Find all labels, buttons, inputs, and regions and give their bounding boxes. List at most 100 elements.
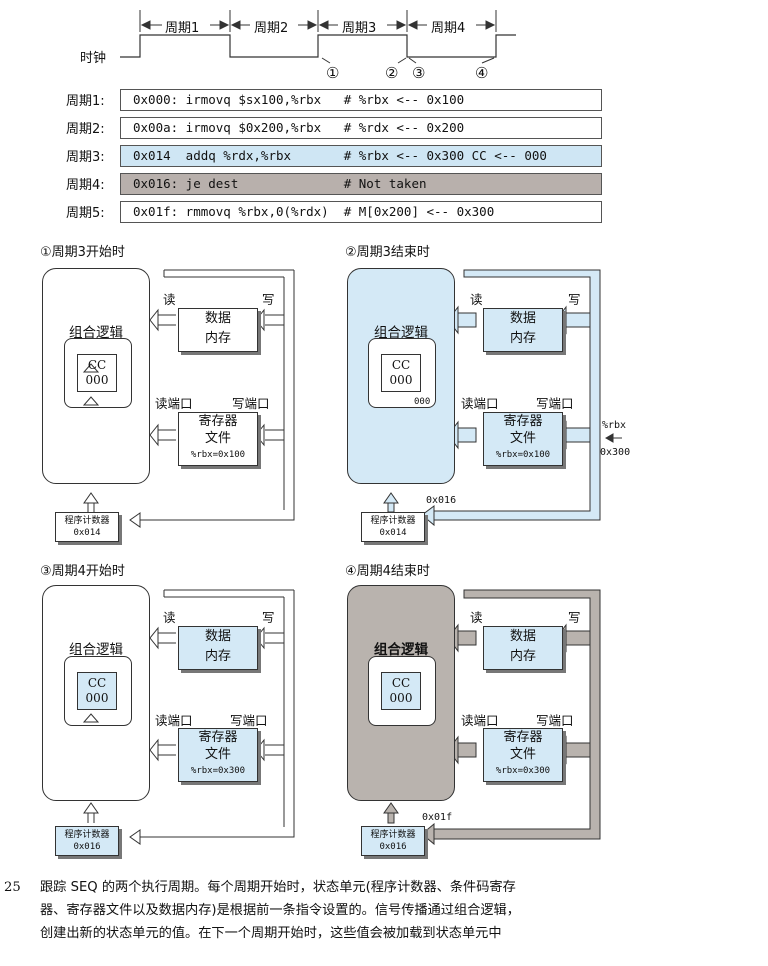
cycle-row-label: 周期4:: [66, 178, 105, 193]
cycle-label-3: 周期3: [342, 21, 377, 36]
instruction-row-active: 0x014 addq %rdx,%rbx # %rbx <-- 0x300 CC…: [120, 145, 602, 167]
program-counter: 程序计数器 0x016: [361, 826, 425, 856]
reg-write-name: %rbx: [602, 420, 627, 431]
caption-line: 器、寄存器文件以及数据内存)是根据前一条指令设置的。信号传播通过组合逻辑，: [40, 903, 520, 918]
pc-label: 程序计数器: [64, 830, 110, 840]
register-file: 寄存器 文件 %rbx=0x100: [178, 412, 258, 466]
pc-label: 程序计数器: [370, 516, 416, 526]
regfile-label: 寄存器: [503, 730, 543, 745]
program-counter: 程序计数器 0x014: [361, 512, 425, 542]
register-file: 寄存器 文件 %rbx=0x300: [483, 728, 563, 782]
write-label: 写: [262, 610, 275, 625]
regfile-label: 文件: [204, 431, 231, 446]
pc-value: 0x016: [73, 842, 101, 852]
read-port-label: 读端口: [461, 713, 499, 728]
cc-value: 000: [85, 691, 109, 705]
regfile-label: 寄存器: [503, 414, 543, 429]
condition-code-register: CC 000: [77, 354, 117, 392]
instruction-row: 0x00a: irmovq $0x200,%rbx # %rdx <-- 0x2…: [120, 117, 602, 139]
marker-2: ②: [385, 64, 399, 82]
cc-value: 000: [85, 373, 109, 387]
mem-label: 数据: [509, 629, 536, 644]
mem-label: 内存: [204, 331, 231, 346]
cycle-label-4: 周期4: [431, 21, 466, 36]
cc-value: 000: [389, 691, 413, 705]
regfile-value: %rbx=0x300: [495, 766, 551, 776]
marker-4: ④: [475, 64, 489, 82]
cycle-row-label: 周期5:: [66, 206, 105, 221]
mem-label: 数据: [204, 629, 231, 644]
clock-waveform: [120, 10, 516, 64]
write-port-label: 写端口: [536, 713, 574, 728]
caption-line: 跟踪 SEQ 的两个执行周期。每个周期开始时，状态单元(程序计数器、条件码寄存: [40, 880, 516, 895]
cc-next-value: 000: [414, 397, 431, 407]
register-file: 寄存器 文件 %rbx=0x300: [178, 728, 258, 782]
write-port-label: 写端口: [536, 396, 574, 411]
regfile-value: %rbx=0x100: [190, 450, 246, 460]
mem-label: 内存: [509, 331, 536, 346]
condition-code-register: CC 000: [381, 672, 421, 710]
clock-label: 时钟: [80, 51, 107, 66]
pc-next-value: 0x016: [426, 495, 457, 506]
pc-value: 0x014: [73, 528, 101, 538]
pc-value: 0x014: [379, 528, 407, 538]
cc-container: CC 000: [64, 656, 132, 726]
read-port-label: 读端口: [155, 396, 193, 411]
mem-label: 数据: [204, 311, 231, 326]
read-label: 读: [470, 292, 483, 307]
data-memory: 数据 内存: [178, 308, 258, 352]
program-counter: 程序计数器 0x014: [55, 512, 119, 542]
logic-label: 组合逻辑: [69, 642, 123, 658]
pc-next-value: 0x01f: [422, 812, 453, 823]
regfile-label: 文件: [204, 747, 231, 762]
regfile-value: %rbx=0x300: [190, 766, 246, 776]
data-memory: 数据 内存: [483, 626, 563, 670]
instruction-row-next: 0x016: je dest # Not taken: [120, 173, 602, 195]
marker-1: ①: [326, 64, 340, 82]
write-port-label: 写端口: [232, 396, 270, 411]
instruction-row: 0x01f: rmmovq %rbx,0(%rdx) # M[0x200] <-…: [120, 201, 602, 223]
read-port-label: 读端口: [155, 713, 193, 728]
condition-code-register: CC 000: [77, 672, 117, 710]
regfile-label: 文件: [509, 747, 536, 762]
condition-code-register: CC 000: [381, 354, 421, 392]
marker-3: ③: [412, 64, 426, 82]
logic-label: 组合逻辑: [374, 642, 428, 658]
pc-label: 程序计数器: [64, 516, 110, 526]
pc-label: 程序计数器: [370, 830, 416, 840]
mem-label: 数据: [509, 311, 536, 326]
write-label: 写: [262, 292, 275, 307]
regfile-label: 寄存器: [198, 414, 238, 429]
caption-line: 创建出新的状态单元的值。在下一个周期开始时，这些值会被加载到状态单元中: [40, 926, 502, 941]
instruction-row: 0x000: irmovq $sx100,%rbx # %rbx <-- 0x1…: [120, 89, 602, 111]
read-label: 读: [163, 610, 176, 625]
cycle-row-label: 周期2:: [66, 122, 105, 137]
cc-label: CC: [391, 676, 411, 690]
data-memory: 数据 内存: [178, 626, 258, 670]
regfile-value: %rbx=0x100: [495, 450, 551, 460]
read-label: 读: [470, 610, 483, 625]
write-port-label: 写端口: [230, 713, 268, 728]
cycle-label-1: 周期1: [165, 21, 200, 36]
cycle-label-2: 周期2: [254, 21, 289, 36]
program-counter: 程序计数器 0x016: [55, 826, 119, 856]
cc-container: CC 000: [64, 338, 132, 408]
read-label: 读: [163, 292, 176, 307]
cycle-row-label: 周期1:: [66, 94, 105, 109]
mem-label: 内存: [509, 649, 536, 664]
figure-number: 25: [4, 880, 21, 895]
cc-value: 000: [389, 373, 413, 387]
mem-label: 内存: [204, 649, 231, 664]
pc-value: 0x016: [379, 842, 407, 852]
regfile-label: 寄存器: [198, 730, 238, 745]
write-label: 写: [568, 610, 581, 625]
cc-label: CC: [87, 358, 107, 372]
cc-label: CC: [87, 676, 107, 690]
data-memory: 数据 内存: [483, 308, 563, 352]
cc-label: CC: [391, 358, 411, 372]
cycle-row-label: 周期3:: [66, 150, 105, 165]
write-label: 写: [568, 292, 581, 307]
cc-container: CC 000: [368, 656, 436, 726]
regfile-label: 文件: [509, 431, 536, 446]
read-port-label: 读端口: [461, 396, 499, 411]
